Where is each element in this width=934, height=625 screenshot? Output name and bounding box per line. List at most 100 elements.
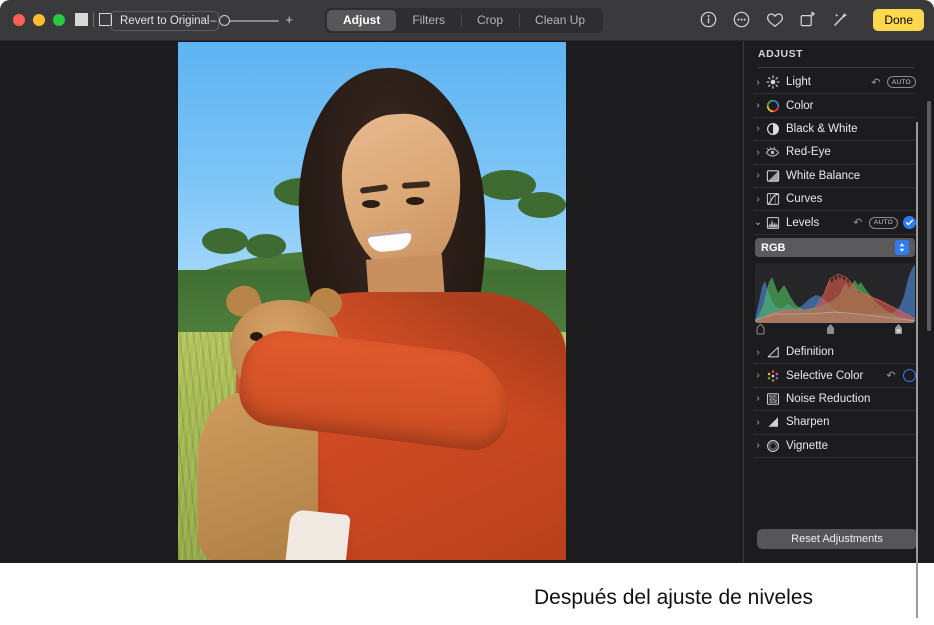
histogram-svg	[755, 263, 915, 323]
levels-enabled-checkbox[interactable]	[903, 216, 916, 229]
sidebar-item-label: White Balance	[786, 170, 916, 182]
done-button[interactable]: Done	[873, 9, 924, 31]
chevron-down-icon[interactable]: ⌄	[753, 217, 763, 228]
brightness-icon	[765, 75, 780, 90]
sidebar-item-label: Selective Color	[786, 370, 884, 382]
sidebar-item-label: Definition	[786, 346, 916, 358]
chevron-right-icon[interactable]: ›	[753, 194, 763, 205]
chevron-right-icon[interactable]: ›	[753, 77, 763, 88]
sidebar-item-vignette[interactable]: › Vignette	[753, 435, 916, 458]
sidebar-item-label: Levels	[786, 217, 851, 229]
chevron-right-icon[interactable]: ›	[753, 100, 763, 111]
photo-white-shirt	[285, 509, 350, 560]
zoom-track[interactable]	[222, 20, 279, 22]
levels-icon	[765, 215, 780, 230]
zoom-in-icon[interactable]: +	[285, 13, 293, 26]
sidebar-item-levels[interactable]: ⌄ Levels ↶ AUTO	[753, 211, 916, 234]
photos-editor-window: Revert to Original – + Adjust Filters Cr…	[0, 0, 934, 563]
sidebar-item-red-eye[interactable]: › Red-Eye	[753, 141, 916, 164]
revert-icon[interactable]: ↶	[869, 76, 883, 89]
chevron-right-icon[interactable]: ›	[753, 440, 763, 451]
filled-square-icon[interactable]	[75, 13, 88, 26]
color-wheel-icon	[765, 98, 780, 113]
rotate-icon[interactable]	[798, 10, 817, 29]
levels-sliders[interactable]	[755, 322, 915, 336]
minimize-button[interactable]	[33, 14, 45, 26]
sidebar-item-black-and-white[interactable]: › Black & White	[753, 118, 916, 141]
revert-icon[interactable]: ↶	[884, 369, 898, 382]
window-controls	[13, 14, 65, 26]
white-point-handle[interactable]	[894, 322, 903, 333]
edited-photo[interactable]	[178, 42, 566, 560]
black-point-handle[interactable]	[756, 322, 765, 333]
sidebar-item-white-balance[interactable]: › White Balance	[753, 165, 916, 188]
info-icon[interactable]	[699, 10, 718, 29]
midtone-handle[interactable]	[826, 322, 835, 333]
toolbar-action-icons	[699, 10, 850, 29]
photo-tree	[246, 234, 286, 258]
levels-histogram[interactable]	[755, 263, 915, 323]
auto-button[interactable]: AUTO	[887, 76, 916, 88]
sidebar-item-noise-reduction[interactable]: › Noise Reduction	[753, 388, 916, 411]
adjust-rows: › Light ↶ AUTO › Color	[744, 71, 934, 235]
sidebar-item-curves[interactable]: › Curves	[753, 188, 916, 211]
sharpen-icon	[765, 415, 780, 430]
photo-tree	[518, 192, 566, 218]
sidebar-item-definition[interactable]: › Definition	[753, 341, 916, 364]
mode-tabs: Adjust Filters Crop Clean Up	[325, 8, 603, 33]
chevron-right-icon[interactable]: ›	[753, 123, 763, 134]
favorite-heart-icon[interactable]	[765, 10, 784, 29]
divider	[93, 12, 94, 27]
sidebar-item-color[interactable]: › Color	[753, 94, 916, 117]
sidebar-divider	[757, 67, 915, 68]
contrast-circle-icon	[765, 121, 780, 136]
reset-adjustments-button[interactable]: Reset Adjustments	[757, 529, 917, 549]
chevron-right-icon[interactable]: ›	[753, 347, 763, 358]
revert-icon[interactable]: ↶	[851, 216, 865, 229]
close-button[interactable]	[13, 14, 25, 26]
adjust-rows-lower: › Definition › Selective Color ↶	[744, 341, 934, 458]
callout-leader-line	[916, 122, 918, 618]
sidebar-item-sharpen[interactable]: › Sharpen	[753, 411, 916, 434]
tab-clean-up[interactable]: Clean Up	[519, 10, 601, 31]
sidebar-item-light[interactable]: › Light ↶ AUTO	[753, 71, 916, 94]
white-balance-icon	[765, 168, 780, 183]
sidebar-scrollbar[interactable]	[927, 101, 931, 331]
sidebar-title: ADJUST	[758, 48, 803, 60]
sidebar-item-label: Curves	[786, 193, 916, 205]
view-mode-control[interactable]	[75, 12, 112, 27]
noise-reduction-icon	[765, 391, 780, 406]
zoom-knob[interactable]	[219, 15, 230, 26]
levels-channel-select[interactable]: RGB	[755, 238, 915, 257]
auto-button[interactable]: AUTO	[869, 217, 898, 229]
chevron-right-icon[interactable]: ›	[753, 393, 763, 404]
chevron-right-icon[interactable]: ›	[753, 170, 763, 181]
sidebar-item-label: Noise Reduction	[786, 393, 916, 405]
enhance-wand-icon[interactable]	[831, 10, 850, 29]
revert-to-original-button[interactable]: Revert to Original	[110, 11, 219, 31]
adjust-sidebar: ADJUST › Light ↶ AUTO ›	[743, 41, 934, 563]
chevron-updown-icon[interactable]	[895, 240, 909, 255]
vignette-icon	[765, 438, 780, 453]
chevron-right-icon[interactable]: ›	[753, 147, 763, 158]
chevron-right-icon[interactable]: ›	[753, 370, 763, 381]
photo-eye	[406, 197, 424, 205]
chevron-right-icon[interactable]: ›	[753, 417, 763, 428]
sidebar-item-selective-color[interactable]: › Selective Color ↶	[753, 364, 916, 387]
curves-icon	[765, 192, 780, 207]
selective-color-toggle[interactable]	[903, 369, 916, 382]
zoom-out-icon[interactable]: –	[210, 14, 217, 26]
tab-crop[interactable]: Crop	[461, 10, 519, 31]
zoom-slider[interactable]: – +	[210, 12, 292, 30]
definition-icon	[765, 345, 780, 360]
screenshot-root: Revert to Original – + Adjust Filters Cr…	[0, 0, 934, 625]
sidebar-item-label: Red-Eye	[786, 146, 916, 158]
photo-tree	[202, 228, 248, 254]
sidebar-item-label: Color	[786, 100, 916, 112]
more-options-icon[interactable]	[732, 10, 751, 29]
toolbar: Revert to Original – + Adjust Filters Cr…	[0, 0, 934, 41]
zoom-button[interactable]	[53, 14, 65, 26]
tab-adjust[interactable]: Adjust	[327, 10, 396, 31]
sidebar-item-label: Black & White	[786, 123, 916, 135]
tab-filters[interactable]: Filters	[396, 10, 461, 31]
